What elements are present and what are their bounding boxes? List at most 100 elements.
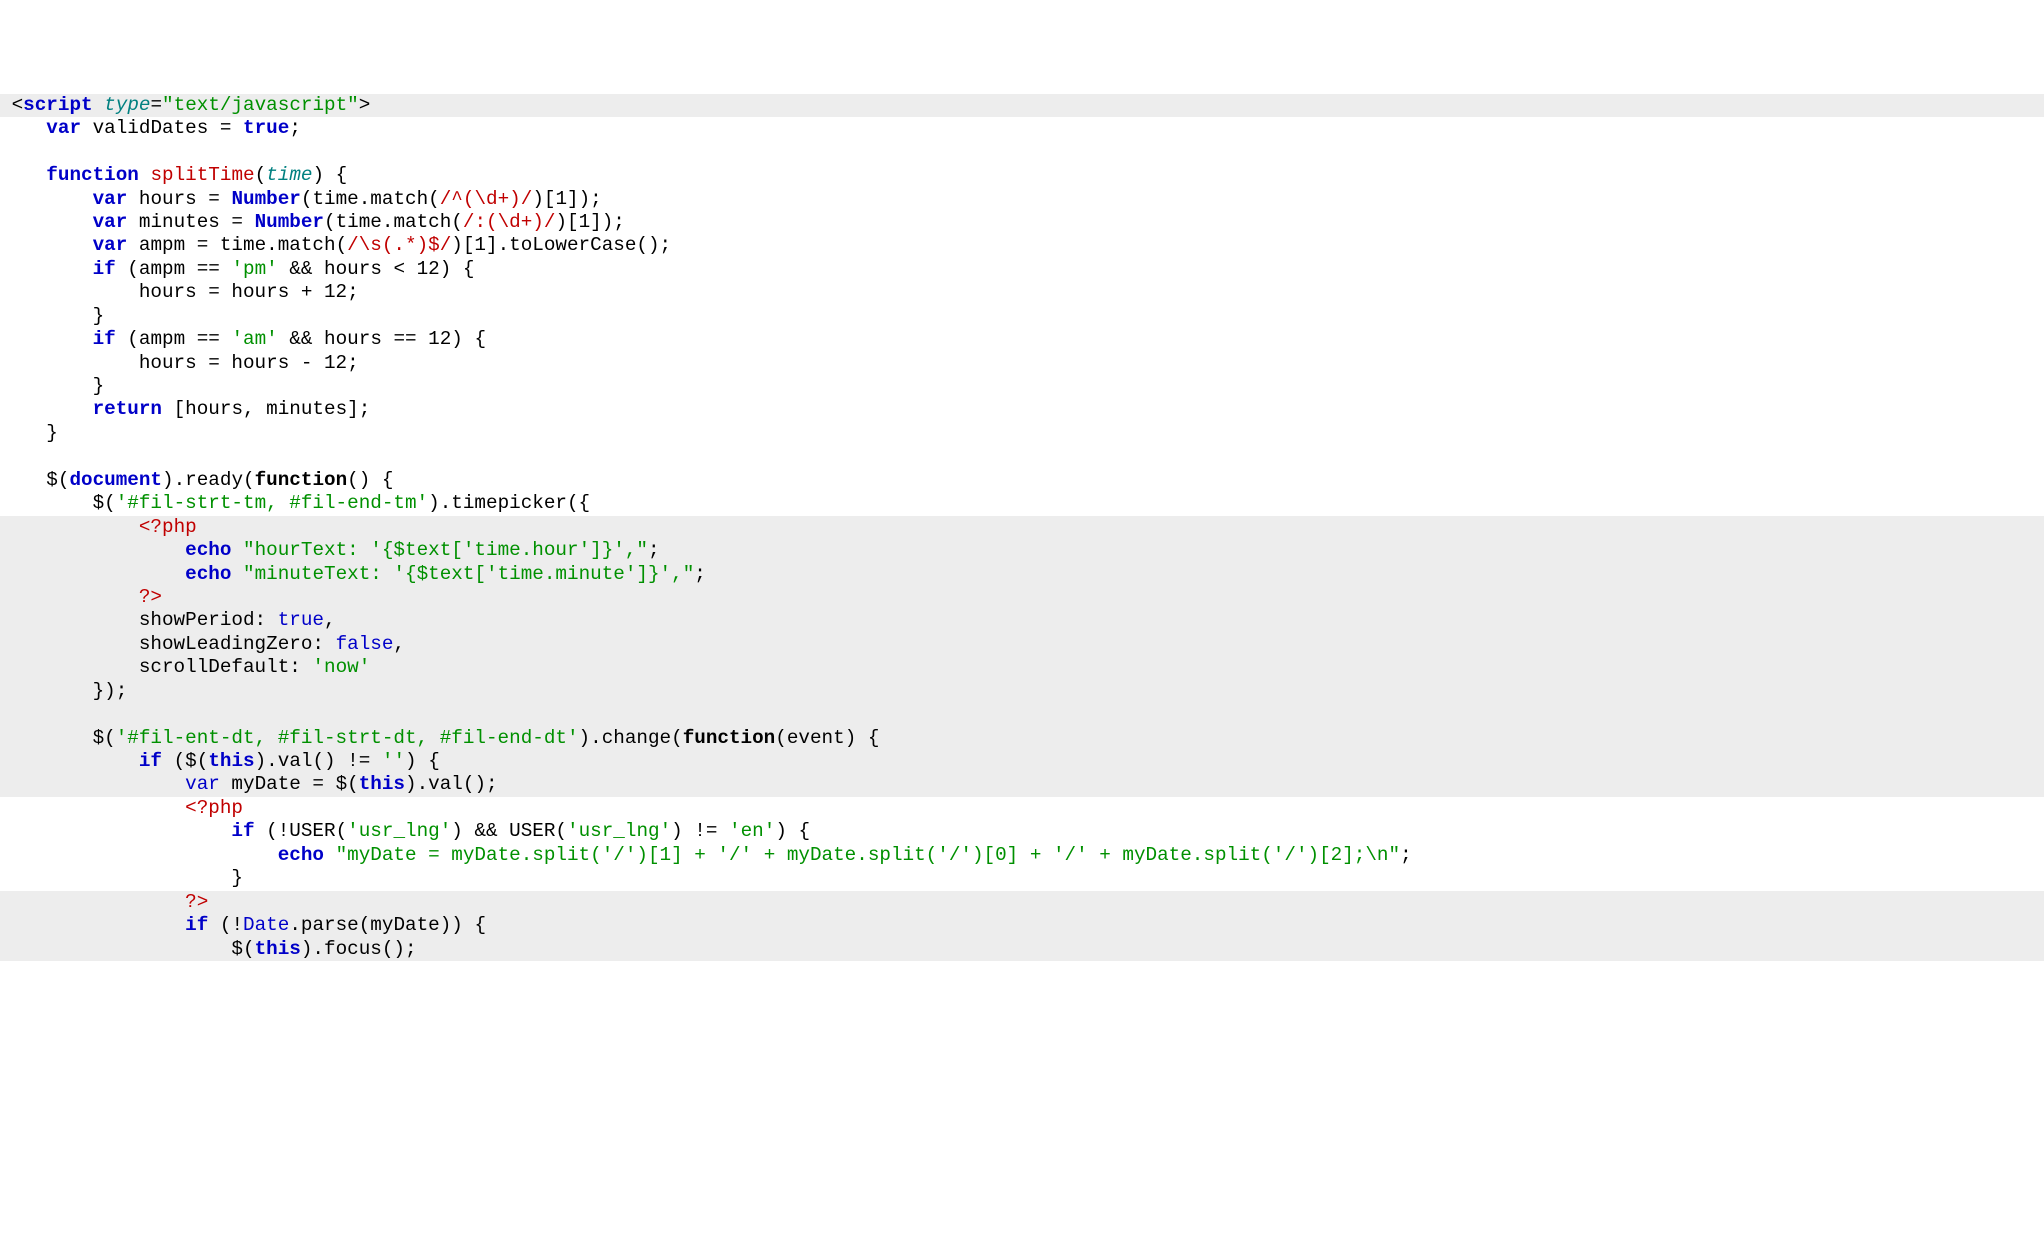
code-token: var [93,234,128,256]
code-token: } [0,375,104,397]
code-line: ?> [0,891,2044,914]
code-token: false [336,633,394,655]
code-token: (time.match( [324,211,463,233]
code-line: var hours = Number(time.match(/^(\d+)/)[… [0,188,2044,211]
code-token: (!USER( [255,820,348,842]
code-token: echo [185,539,231,561]
code-token: } [0,422,58,444]
code-token: '#fil-ent-dt, #fil-strt-dt, #fil-end-dt' [116,727,579,749]
code-token: function [255,469,348,491]
code-token [0,820,231,842]
code-token [0,141,12,163]
code-token: "minuteText: '{$text['time.minute']}'," [243,563,694,585]
code-token: ).change( [579,727,683,749]
code-token: if [185,914,208,936]
code-token: this [255,938,301,960]
code-token [0,891,185,913]
code-token: ) { [312,164,347,186]
code-token: , [393,633,405,655]
code-token: if [139,750,162,772]
code-line: }); [0,680,2044,703]
code-line: echo "minuteText: '{$text['time.minute']… [0,563,2044,586]
code-token: true [243,117,289,139]
code-token: 'usr_lng' [567,820,671,842]
code-token: function [46,164,139,186]
code-token: validDates = [81,117,243,139]
code-line: var minutes = Number(time.match(/:(\d+)/… [0,211,2044,234]
code-token: && hours == 12) { [278,328,486,350]
code-token: (ampm == [116,258,232,280]
code-line: $('#fil-ent-dt, #fil-strt-dt, #fil-end-d… [0,727,2044,750]
code-token [324,844,336,866]
code-line: $(this).focus(); [0,938,2044,961]
code-line: <script type="text/javascript"> [0,94,2044,117]
code-line: var ampm = time.match(/\s(.*)$/)[1].toLo… [0,234,2044,257]
code-token [0,586,139,608]
code-token: ).timepicker({ [428,492,590,514]
code-token [0,328,93,350]
code-line: var myDate = $(this).val(); [0,773,2044,796]
code-token: ).ready( [162,469,255,491]
code-token: ) != [671,820,729,842]
code-line: if (ampm == 'am' && hours == 12) { [0,328,2044,351]
code-token: if [231,820,254,842]
code-token: hours = [127,188,231,210]
code-token: ).focus(); [301,938,417,960]
code-token: showPeriod: [0,609,278,631]
code-token [0,234,93,256]
code-line: <?php [0,516,2044,539]
code-token: () { [347,469,393,491]
code-line: } [0,305,2044,328]
code-token [0,563,185,585]
code-token: $( [0,469,69,491]
code-token: }); [0,680,127,702]
code-line: showPeriod: true, [0,609,2044,632]
code-token: } [0,305,104,327]
code-token: ) && USER( [451,820,567,842]
code-token: )[1]); [532,188,601,210]
code-token: /^(\d+)/ [440,188,533,210]
code-token: , [324,609,336,631]
code-token: true [278,609,324,631]
code-token: var [46,117,81,139]
code-line: ?> [0,586,2044,609]
code-token: $( [0,938,255,960]
code-token: script [23,94,92,116]
code-token: ?> [139,586,162,608]
code-token [0,516,139,538]
code-token: if [93,258,116,280]
code-token: "text/javascript" [162,94,359,116]
code-line: showLeadingZero: false, [0,633,2044,656]
code-token: document [69,469,162,491]
code-token: time [266,164,312,186]
code-token: $( [0,492,116,514]
code-token: minutes = [127,211,254,233]
code-token: ; [694,563,706,585]
code-line: $(document).ready(function() { [0,469,2044,492]
code-token: type [104,94,150,116]
code-token: ampm = time.match( [127,234,347,256]
code-token: ; [1400,844,1412,866]
code-token: hours = hours + 12; [0,281,359,303]
code-token: ).val() != [255,750,382,772]
code-line: if (!Date.parse(myDate)) { [0,914,2044,937]
code-token [93,94,105,116]
code-token: 'am' [231,328,277,350]
code-token: > [359,94,371,116]
code-token: return [93,398,162,420]
code-token [0,164,46,186]
code-token: )[1]); [555,211,624,233]
code-line [0,703,2044,726]
code-token [231,539,243,561]
code-token: ) { [775,820,810,842]
code-token: showLeadingZero: [0,633,336,655]
code-token [139,164,151,186]
code-token [0,188,93,210]
code-token: < [0,94,23,116]
code-token: "myDate = myDate.split('/')[1] + '/' + m… [336,844,1401,866]
code-token: 'pm' [231,258,277,280]
code-token: /:(\d+)/ [463,211,556,233]
code-token: } [0,867,243,889]
code-token: function [683,727,776,749]
code-token: /\s(.*)$/ [347,234,451,256]
